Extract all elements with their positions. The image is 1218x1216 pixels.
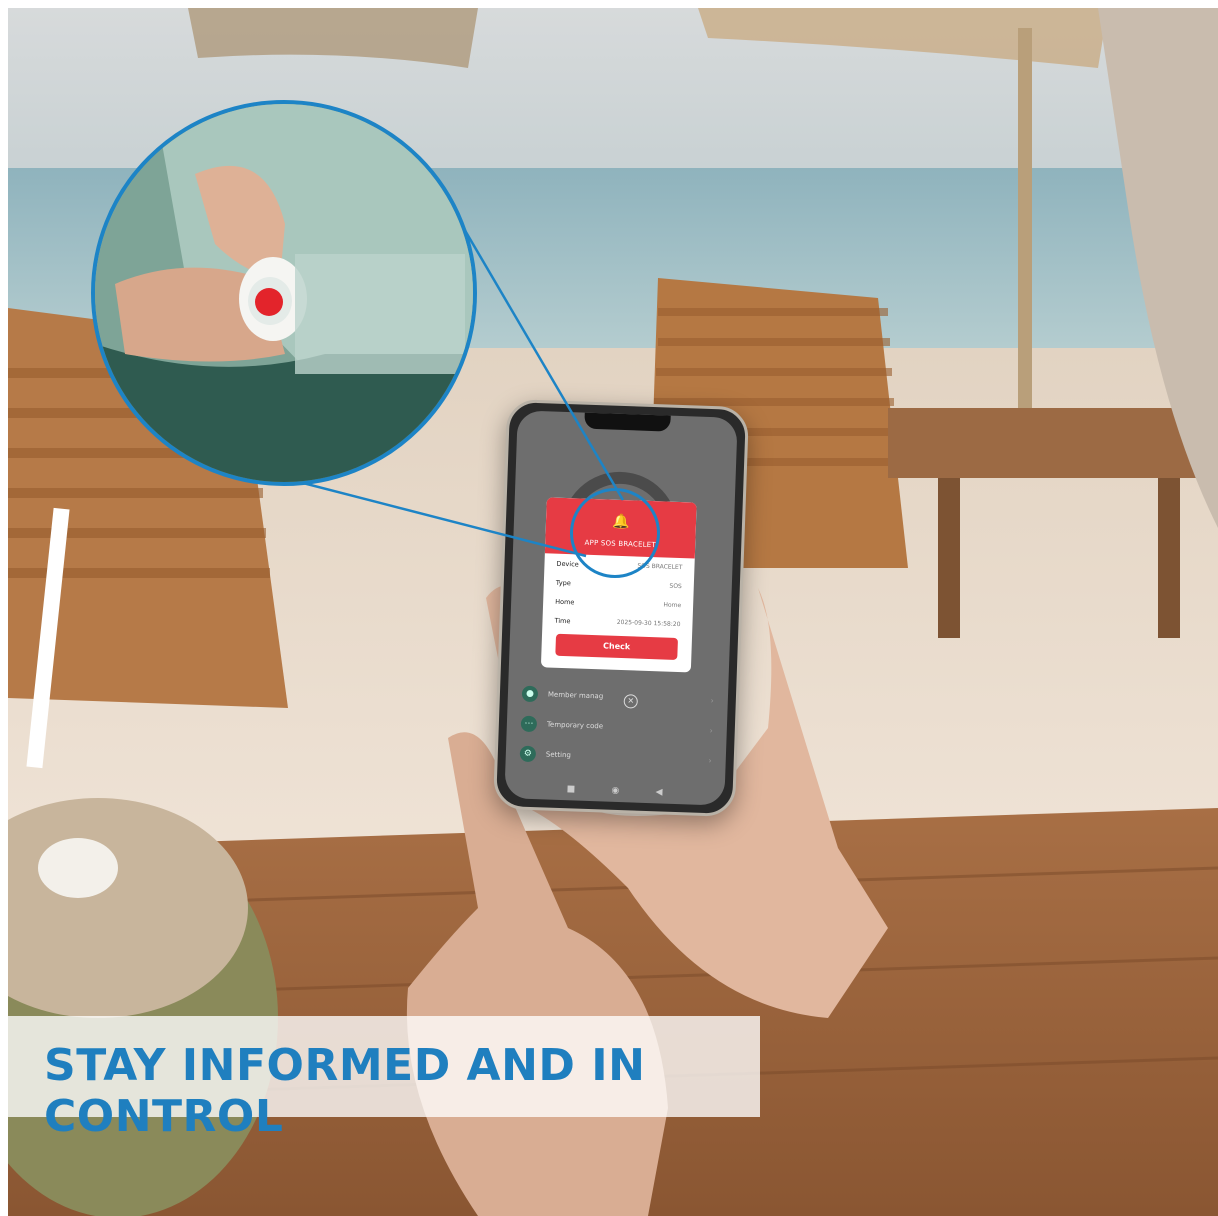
caption-banner: STAY INFORMED AND IN CONTROL: [8, 1016, 760, 1142]
zoom-inset-bracelet: [91, 100, 477, 486]
photo-frame: 🔔 APP SOS BRACELET Device SOS BRACELET T…: [8, 8, 1218, 1216]
bracelet-closeup: [95, 104, 473, 482]
caption-text: STAY INFORMED AND IN CONTROL: [44, 1040, 646, 1142]
